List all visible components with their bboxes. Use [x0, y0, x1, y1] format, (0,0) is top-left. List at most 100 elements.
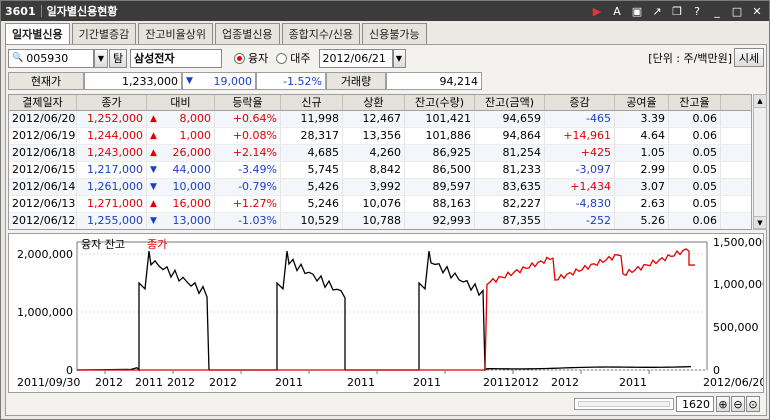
table-cell-give: 3.07: [615, 179, 669, 195]
column-header[interactable]: 증감: [545, 95, 615, 110]
table-cell-give: 2.99: [615, 162, 669, 178]
x-tick-label: 2012: [95, 376, 123, 389]
quote-button[interactable]: 시세: [734, 48, 764, 67]
table-row[interactable]: 2012/06/12 1,255,000 ▼ 13,000 -1.03% 10,529 10…: [9, 213, 751, 229]
table-cell-qty: 89,597: [405, 179, 475, 195]
table-row[interactable]: 2012/06/13 1,271,000 ▲ 16,000 +1.27% 5,246 10,…: [9, 196, 751, 213]
tab-credit-unavailable[interactable]: 신용불가능: [362, 23, 427, 44]
table-cell-close: 1,261,000: [77, 179, 147, 195]
tab-index-credit[interactable]: 종합지수/신용: [281, 23, 360, 44]
zoom-in-icon[interactable]: ⊕: [716, 396, 730, 412]
radio-loan[interactable]: 융자: [234, 50, 268, 66]
popup-icon[interactable]: ▣: [629, 3, 645, 19]
table-row[interactable]: 2012/06/19 1,244,000 ▲ 1,000 +0.08% 28,317 13,…: [9, 128, 751, 145]
column-header[interactable]: 결제일자: [9, 95, 77, 110]
record-icon[interactable]: ▶: [589, 3, 605, 19]
stock-code-dropdown-button[interactable]: ▼: [94, 48, 108, 68]
table-cell-bal: 0.05: [669, 179, 721, 195]
column-header[interactable]: 잔고율: [669, 95, 721, 110]
radio-loan-dot: [234, 52, 245, 64]
zoom-count-input[interactable]: 1620: [676, 396, 714, 412]
column-header[interactable]: 잔고(수량): [405, 95, 475, 110]
table-cell-amt: 83,635: [475, 179, 545, 195]
table-cell-chg: +1,434: [545, 179, 615, 195]
table-cell-close: 1,271,000: [77, 196, 147, 212]
table-cell-close: 1,243,000: [77, 145, 147, 161]
column-header[interactable]: 종가: [77, 95, 147, 110]
help-icon[interactable]: ?: [689, 3, 705, 19]
column-header[interactable]: 상환: [343, 95, 405, 110]
tab-period-change[interactable]: 기간별증감: [71, 23, 137, 44]
minimize-icon[interactable]: _: [709, 3, 725, 19]
x-tick-label: 2011: [275, 376, 303, 389]
summary-bar: 현재가 1,233,000 ▼ 19,000 -1.52% 거래량 94,214: [8, 72, 482, 90]
table-cell-pct: -1.03%: [215, 213, 281, 229]
table-cell-chg: +425: [545, 145, 615, 161]
close-icon[interactable]: ✕: [749, 3, 765, 19]
tab-balance-ratio-top[interactable]: 잔고비율상위: [138, 23, 213, 44]
x-tick-label: 2012/06/20: [703, 376, 763, 389]
table-cell-diff: ▼ 10,000: [147, 179, 215, 195]
table-cell-bal: 0.06: [669, 111, 721, 127]
date-dropdown-button[interactable]: ▼: [392, 48, 406, 68]
column-header[interactable]: 공여율: [615, 95, 669, 110]
table-cell-date: 2012/06/13: [9, 196, 77, 212]
table-cell-bal: 0.06: [669, 128, 721, 144]
range-slider[interactable]: [574, 398, 674, 410]
table-cell-new: 5,745: [281, 162, 343, 178]
link-icon[interactable]: ↗: [649, 3, 665, 19]
font-icon[interactable]: A: [609, 3, 625, 19]
volume-label: 거래량: [326, 72, 386, 90]
zoom-out-icon[interactable]: ⊖: [731, 396, 745, 412]
table-cell-date: 2012/06/19: [9, 128, 77, 144]
table-body: 2012/06/20 1,252,000 ▲ 8,000 +0.64% 11,998 12,…: [9, 111, 751, 229]
x-tick-label: 2012: [209, 376, 237, 389]
screen-code: 3601: [5, 4, 36, 18]
table-cell-give: 1.05: [615, 145, 669, 161]
diff-value: 16,000: [172, 197, 212, 210]
maximize-icon[interactable]: □: [729, 3, 745, 19]
down-arrow-icon: ▼: [150, 216, 157, 226]
scroll-down-icon[interactable]: ▼: [754, 216, 766, 229]
table-cell-date: 2012/06/14: [9, 179, 77, 195]
column-header[interactable]: 신규: [281, 95, 343, 110]
column-header[interactable]: 등락율: [215, 95, 281, 110]
radio-borrow[interactable]: 대주: [276, 50, 311, 66]
column-header[interactable]: 대비: [147, 95, 215, 110]
table-scrollbar[interactable]: ▲ ▼: [753, 94, 767, 230]
table-cell-bal: 0.05: [669, 162, 721, 178]
table-cell-repay: 13,356: [343, 128, 405, 144]
table-cell-date: 2012/06/18: [9, 145, 77, 161]
restore-icon[interactable]: ❐: [669, 3, 685, 19]
table-row[interactable]: 2012/06/20 1,252,000 ▲ 8,000 +0.64% 11,998 12,…: [9, 111, 751, 128]
table-cell-repay: 12,467: [343, 111, 405, 127]
table-cell-new: 28,317: [281, 128, 343, 144]
credit-chart[interactable]: 2,000,0001,000,00001,500,0001,000,000500…: [8, 233, 769, 393]
window-title: 일자별신용현황: [46, 5, 118, 18]
stock-code-input[interactable]: 🔍 005930: [8, 48, 94, 68]
down-arrow-icon: ▼: [186, 76, 193, 86]
table-cell-new: 11,998: [281, 111, 343, 127]
range-slider-track: [578, 401, 670, 407]
table-cell-new: 5,426: [281, 179, 343, 195]
tab-sector-credit[interactable]: 업종별신용: [214, 23, 280, 44]
current-price: 1,233,000: [84, 72, 182, 90]
tab-daily-credit[interactable]: 일자별신용: [5, 23, 70, 44]
table-header: 결제일자 종가 대비 등락율 신규 상환 잔고(수량) 잔고(금액) 증감 공여율 잔고율: [9, 95, 751, 111]
zoom-reset-icon[interactable]: ⊙: [746, 396, 760, 412]
title-icons: ▶ A ▣ ↗ ❐ ? _ □ ✕: [589, 3, 765, 19]
table-cell-give: 3.39: [615, 111, 669, 127]
table-cell-close: 1,252,000: [77, 111, 147, 127]
x-tick-label: 2011: [135, 376, 163, 389]
stock-search-button[interactable]: 탐: [109, 48, 127, 68]
table-row[interactable]: 2012/06/18 1,243,000 ▲ 26,000 +2.14% 4,685 4,2…: [9, 145, 751, 162]
column-header[interactable]: 잔고(금액): [475, 95, 545, 110]
up-arrow-icon: ▲: [150, 114, 157, 124]
scroll-up-icon[interactable]: ▲: [754, 95, 766, 108]
date-input[interactable]: 2012/06/21: [318, 48, 393, 68]
table-row[interactable]: 2012/06/15 1,217,000 ▼ 44,000 -3.49% 5,745 8,8…: [9, 162, 751, 179]
table-row[interactable]: 2012/06/14 1,261,000 ▼ 10,000 -0.79% 5,426 3,9…: [9, 179, 751, 196]
table-cell-qty: 101,886: [405, 128, 475, 144]
price-change-value: 19,000: [213, 74, 253, 88]
table-cell-repay: 3,992: [343, 179, 405, 195]
